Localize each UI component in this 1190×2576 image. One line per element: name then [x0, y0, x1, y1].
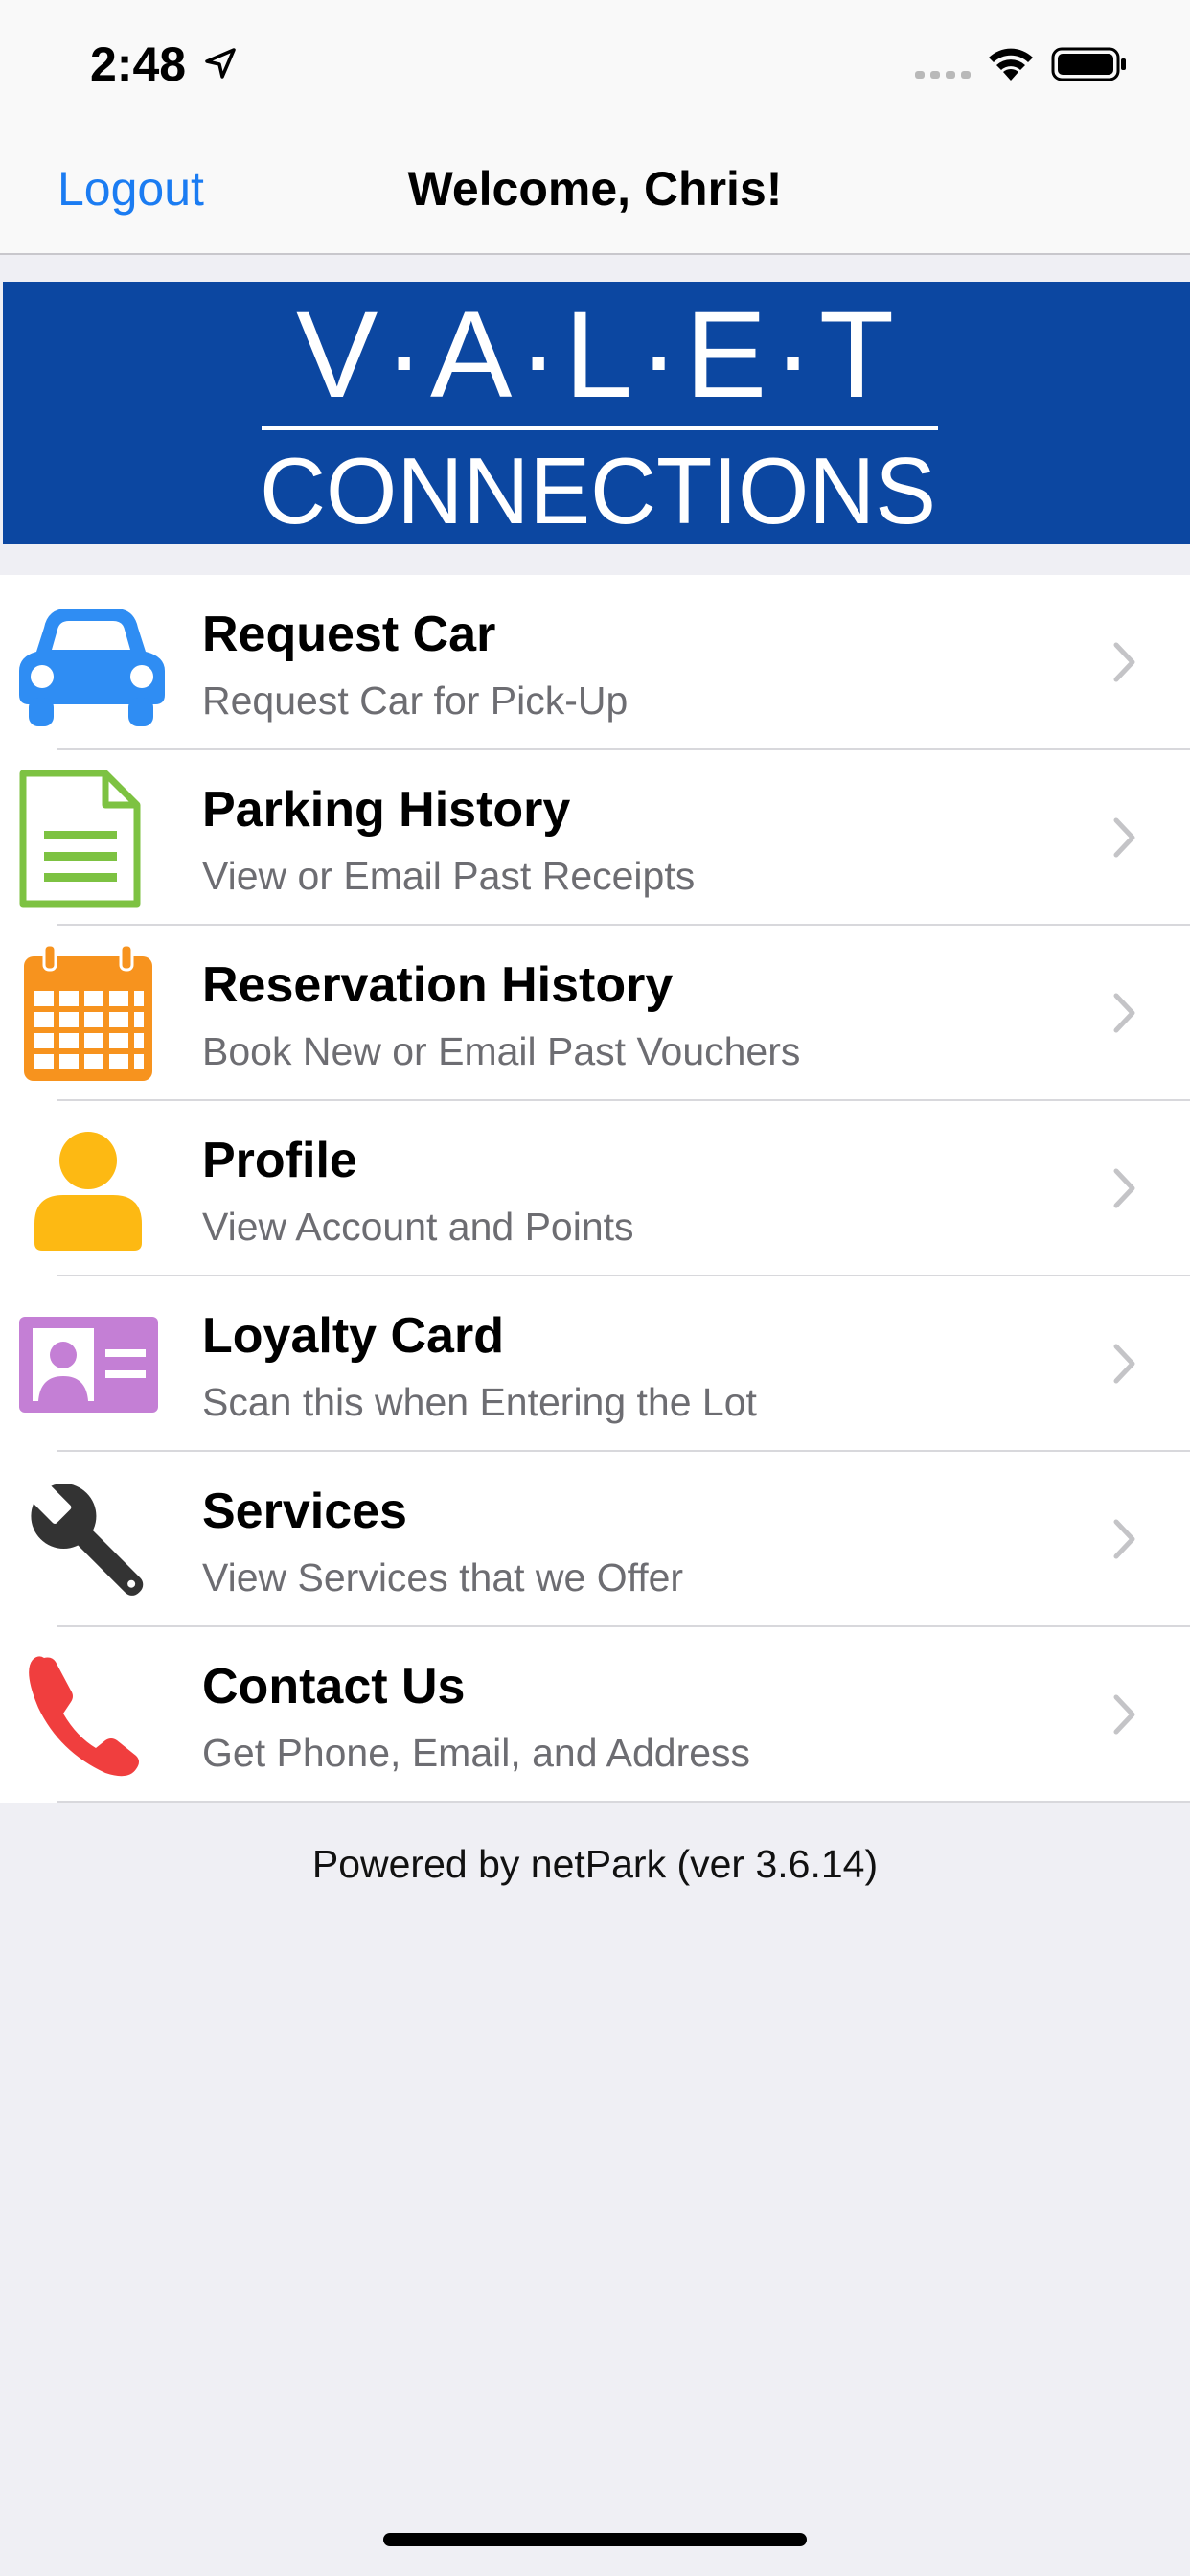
menu-item-title: Reservation History: [202, 957, 674, 1013]
menu-list: Request Car Request Car for Pick-Up Park…: [0, 575, 1190, 1803]
id-card-icon: [19, 1317, 158, 1413]
menu-item-subtitle: Book New or Email Past Vouchers: [202, 1029, 801, 1073]
wifi-icon: [989, 48, 1033, 80]
chevron-right-icon: [1113, 993, 1135, 1033]
menu-item-reservation-history[interactable]: Reservation History Book New or Email Pa…: [0, 926, 1190, 1101]
status-time: 2:48: [90, 37, 187, 91]
menu-item-services[interactable]: Services View Services that we Offer: [0, 1452, 1190, 1627]
row-separator: [57, 1801, 1190, 1803]
menu-item-title: Parking History: [202, 782, 571, 838]
phone-icon: [29, 1656, 139, 1777]
menu-item-subtitle: View Account and Points: [202, 1205, 634, 1249]
menu-item-title: Contact Us: [202, 1659, 466, 1714]
menu-item-subtitle: Request Car for Pick-Up: [202, 678, 629, 723]
chevron-right-icon: [1113, 642, 1135, 682]
menu-item-subtitle: View or Email Past Receipts: [202, 854, 696, 898]
navigation-bar: Welcome, Chris! Logout: [0, 126, 1190, 255]
menu-item-subtitle: View Services that we Offer: [202, 1555, 684, 1599]
menu-item-title: Profile: [202, 1133, 357, 1188]
logo-top-text: V·A·L·E·T: [296, 287, 900, 424]
document-icon: [19, 770, 141, 908]
logo-bottom-text: CONNECTIONS: [260, 438, 936, 543]
cellular-signal-icon: [915, 71, 971, 79]
menu-item-subtitle: Get Phone, Email, and Address: [202, 1731, 751, 1775]
menu-item-request-car[interactable]: Request Car Request Car for Pick-Up: [0, 575, 1190, 750]
menu-item-contact-us[interactable]: Contact Us Get Phone, Email, and Address: [0, 1627, 1190, 1803]
wrench-icon: [29, 1481, 144, 1596]
battery-icon: [1051, 47, 1126, 81]
menu-item-title: Loyalty Card: [202, 1308, 504, 1364]
location-arrow-icon: [205, 48, 236, 79]
home-indicator[interactable]: [383, 2533, 807, 2546]
chevron-right-icon: [1113, 1519, 1135, 1559]
menu-item-parking-history[interactable]: Parking History View or Email Past Recei…: [0, 750, 1190, 926]
chevron-right-icon: [1113, 1168, 1135, 1208]
logout-button[interactable]: Logout: [57, 161, 204, 217]
menu-item-title: Services: [202, 1484, 407, 1539]
menu-item-profile[interactable]: Profile View Account and Points: [0, 1101, 1190, 1276]
menu-item-title: Request Car: [202, 607, 496, 662]
chevron-right-icon: [1113, 817, 1135, 858]
calendar-icon: [24, 943, 152, 1081]
chevron-right-icon: [1113, 1344, 1135, 1384]
menu-item-subtitle: Scan this when Entering the Lot: [202, 1380, 757, 1424]
valet-connections-banner: V·A·L·E·T CONNECTIONS: [3, 282, 1190, 544]
person-icon: [34, 1132, 142, 1251]
status-bar: 2:48: [0, 0, 1190, 126]
powered-by-footer: Powered by netPark (ver 3.6.14): [311, 1842, 879, 1886]
menu-item-loyalty-card[interactable]: Loyalty Card Scan this when Entering the…: [0, 1276, 1190, 1452]
valet-connections-logo: V·A·L·E·T CONNECTIONS: [260, 287, 938, 543]
chevron-right-icon: [1113, 1694, 1135, 1735]
car-icon: [19, 609, 165, 726]
